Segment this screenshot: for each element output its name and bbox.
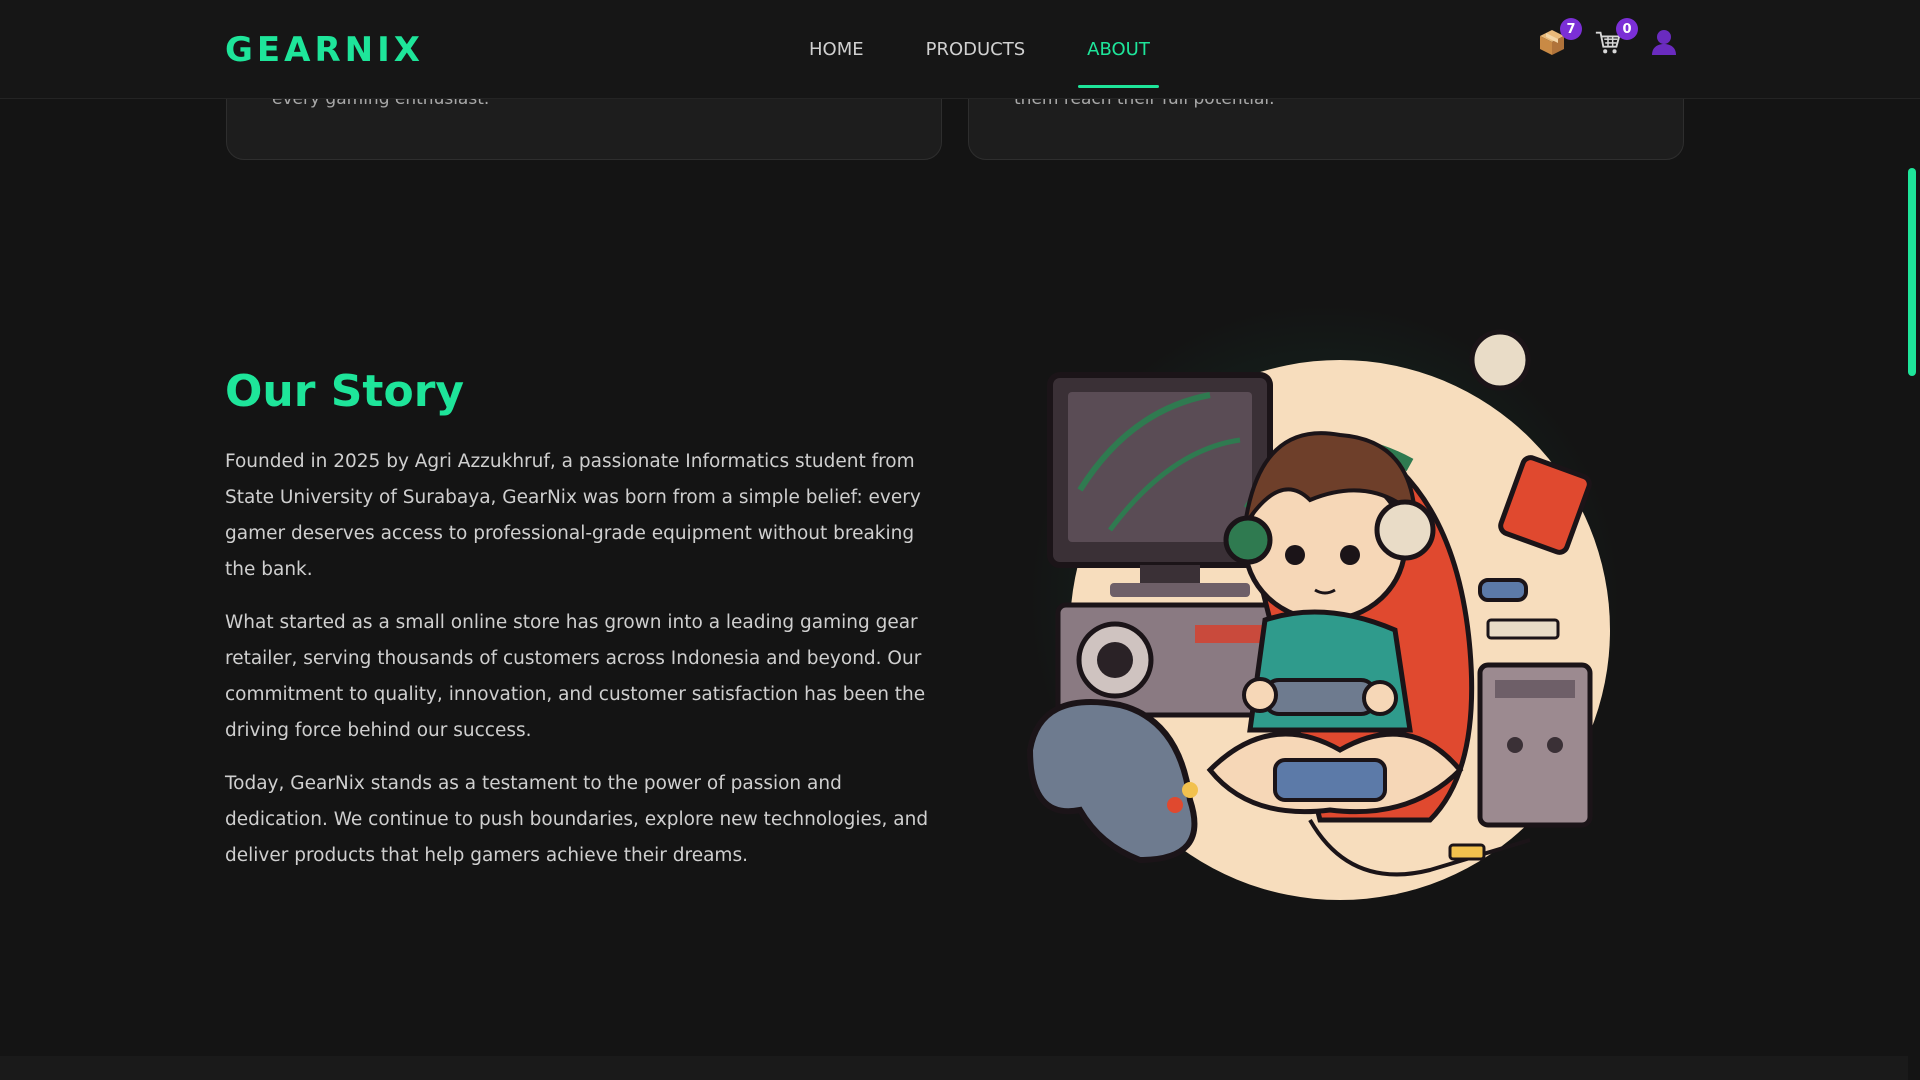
nav-icons: 7 0: [1538, 18, 1678, 56]
scrollbar-thumb[interactable]: [1908, 168, 1916, 376]
nav-links: HOME PRODUCTS ABOUT: [800, 0, 1159, 99]
footer-edge: [0, 1056, 1908, 1080]
gamer-illustration: [1026, 329, 1610, 900]
story-body: Founded in 2025 by Agri Azzukhruf, a pas…: [225, 444, 945, 891]
orders-count-badge: 7: [1560, 18, 1582, 40]
nav-about[interactable]: ABOUT: [1078, 39, 1159, 88]
orders-button[interactable]: 7: [1538, 18, 1582, 56]
story-paragraph: Founded in 2025 by Agri Azzukhruf, a pas…: [225, 451, 921, 580]
story-paragraph: What started as a small online store has…: [225, 612, 926, 741]
nav-products[interactable]: PRODUCTS: [917, 39, 1035, 60]
cart-button[interactable]: 0: [1594, 18, 1638, 56]
account-button[interactable]: [1650, 28, 1678, 56]
story-title: Our Story: [225, 366, 465, 417]
logo[interactable]: GEARNIX: [225, 30, 424, 70]
story-paragraph: Today, GearNix stands as a testament to …: [225, 773, 929, 866]
user-icon: [1652, 30, 1676, 55]
nav-home[interactable]: HOME: [800, 39, 873, 60]
cart-count-badge: 0: [1616, 18, 1638, 40]
navbar: GEARNIX HOME PRODUCTS ABOUT 7 0: [0, 0, 1920, 99]
